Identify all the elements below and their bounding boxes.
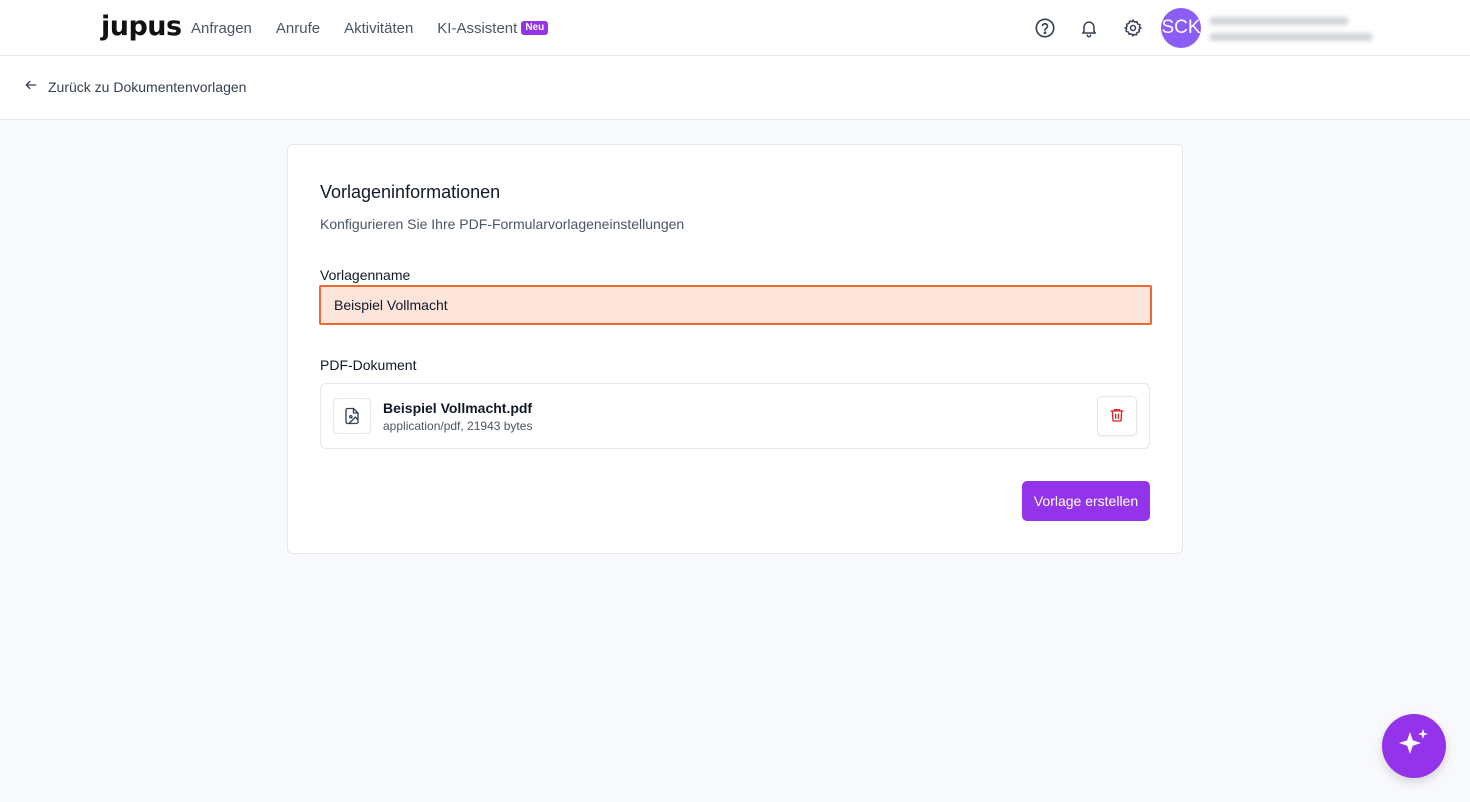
sub-header: Zurück zu Dokumentenvorlagen <box>0 56 1470 120</box>
gear-icon[interactable] <box>1121 16 1145 40</box>
pdf-file-icon <box>333 398 371 434</box>
arrow-left-icon <box>24 78 38 95</box>
nav-item-anfragen[interactable]: Anfragen <box>191 20 252 37</box>
nav-item-anrufe[interactable]: Anrufe <box>276 20 320 37</box>
uploaded-file-item: Beispiel Vollmacht.pdf application/pdf, … <box>320 383 1150 449</box>
user-avatar[interactable]: SCK <box>1161 8 1201 48</box>
nav-item-label: KI-Assistent <box>437 19 518 37</box>
help-icon[interactable] <box>1033 16 1057 40</box>
user-email-redacted <box>1209 33 1373 41</box>
nav-item-aktivitaeten[interactable]: Aktivitäten <box>344 20 413 37</box>
back-link-label: Zurück zu Dokumentenvorlagen <box>48 78 247 95</box>
nav-item-label: Anfragen <box>191 19 252 37</box>
nav-item-label: Anrufe <box>275 19 321 37</box>
new-badge: Neu <box>521 21 549 35</box>
delete-file-button[interactable] <box>1097 396 1137 436</box>
nav-item-label: Aktivitäten <box>344 19 414 37</box>
jupus-logo[interactable]: jupus <box>101 11 182 42</box>
nav-item-ki-assistent[interactable]: KI-Assistent Neu <box>437 19 549 37</box>
bell-icon[interactable] <box>1077 16 1101 40</box>
ai-assistant-button[interactable] <box>1382 714 1446 778</box>
main-nav: Anfragen Anrufe Aktivitäten KI-Assistent… <box>191 0 549 56</box>
sparkle-icon <box>1396 726 1432 767</box>
card-subtitle: Konfigurieren Sie Ihre PDF-Formularvorla… <box>320 216 685 232</box>
pdf-document-label: PDF-Dokument <box>320 357 417 373</box>
template-name-label: Vorlagenname <box>320 267 411 283</box>
card-title: Vorlageninformationen <box>320 182 501 202</box>
template-name-input[interactable] <box>319 285 1152 325</box>
create-template-button[interactable]: Vorlage erstellen <box>1022 481 1150 521</box>
top-navigation-bar: jupus Anfragen Anrufe Aktivitäten KI-Ass… <box>0 0 1470 56</box>
template-info-card: Vorlageninformationen Konfigurieren Sie … <box>287 144 1183 554</box>
back-to-templates-link[interactable]: Zurück zu Dokumentenvorlagen <box>24 78 246 95</box>
file-meta: application/pdf, 21943 bytes <box>383 419 533 433</box>
file-name: Beispiel Vollmacht.pdf <box>383 400 533 416</box>
trash-icon <box>1109 407 1125 426</box>
user-name-redacted <box>1209 17 1349 25</box>
